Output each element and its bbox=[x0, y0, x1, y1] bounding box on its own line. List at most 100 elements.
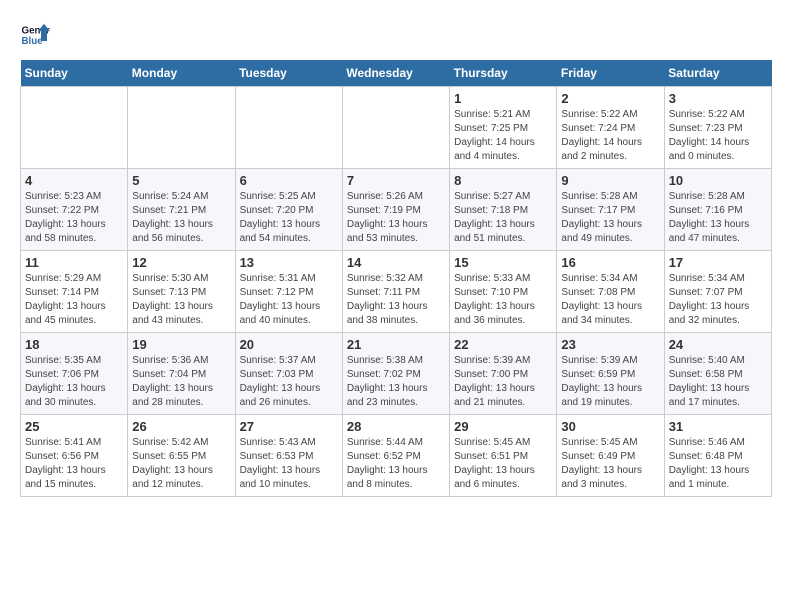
day-number: 2 bbox=[561, 91, 659, 106]
day-number: 26 bbox=[132, 419, 230, 434]
calendar-cell: 13 Sunrise: 5:31 AM Sunset: 7:12 PM Dayli… bbox=[235, 251, 342, 333]
day-info: Sunrise: 5:31 AM Sunset: 7:12 PM Dayligh… bbox=[240, 272, 338, 328]
day-number: 16 bbox=[561, 255, 659, 270]
day-number: 10 bbox=[669, 173, 767, 188]
calendar-cell: 3 Sunrise: 5:22 AM Sunset: 7:23 PM Daylig… bbox=[664, 87, 771, 169]
calendar-cell: 10 Sunrise: 5:28 AM Sunset: 7:16 PM Dayli… bbox=[664, 169, 771, 251]
logo: General Blue bbox=[20, 20, 50, 50]
calendar-cell: 6 Sunrise: 5:25 AM Sunset: 7:20 PM Daylig… bbox=[235, 169, 342, 251]
page-header: General Blue bbox=[20, 20, 772, 50]
weekday-header-monday: Monday bbox=[128, 60, 235, 87]
calendar-cell: 22Sunrise: 5:39 AM Sunset: 7:00 PM Dayli… bbox=[450, 333, 557, 415]
day-number: 24 bbox=[669, 337, 767, 352]
day-number: 6 bbox=[240, 173, 338, 188]
day-info: Sunrise: 5:36 AM Sunset: 7:04 PM Dayligh… bbox=[132, 354, 230, 410]
calendar-cell: 7Sunrise: 5:26 AM Sunset: 7:19 PM Daylig… bbox=[342, 169, 449, 251]
day-number: 11 bbox=[25, 255, 123, 270]
calendar-cell: 12Sunrise: 5:30 AM Sunset: 7:13 PM Dayli… bbox=[128, 251, 235, 333]
day-number: 27 bbox=[240, 419, 338, 434]
svg-text:Blue: Blue bbox=[22, 36, 44, 47]
calendar-cell: 26 Sunrise: 5:42 AM Sunset: 6:55 PM Dayli… bbox=[128, 415, 235, 497]
calendar-cell: 31 Sunrise: 5:46 AM Sunset: 6:48 PM Dayli… bbox=[664, 415, 771, 497]
day-info: Sunrise: 5:40 AM Sunset: 6:58 PM Dayligh… bbox=[669, 354, 767, 410]
day-number: 15 bbox=[454, 255, 552, 270]
weekday-header-wednesday: Wednesday bbox=[342, 60, 449, 87]
day-number: 18 bbox=[25, 337, 123, 352]
calendar-cell: 21 Sunrise: 5:38 AM Sunset: 7:02 PM Dayli… bbox=[342, 333, 449, 415]
day-number: 8 bbox=[454, 173, 552, 188]
calendar-cell: 24 Sunrise: 5:40 AM Sunset: 6:58 PM Dayli… bbox=[664, 333, 771, 415]
calendar-week-2: 4Sunrise: 5:23 AM Sunset: 7:22 PM Daylig… bbox=[21, 169, 772, 251]
day-number: 21 bbox=[347, 337, 445, 352]
day-number: 13 bbox=[240, 255, 338, 270]
calendar-cell: 25 Sunrise: 5:41 AM Sunset: 6:56 PM Dayli… bbox=[21, 415, 128, 497]
calendar-cell: 27 Sunrise: 5:43 AM Sunset: 6:53 PM Dayli… bbox=[235, 415, 342, 497]
day-number: 20 bbox=[240, 337, 338, 352]
day-info: Sunrise: 5:45 AM Sunset: 6:49 PM Dayligh… bbox=[561, 436, 659, 492]
day-info: Sunrise: 5:34 AM Sunset: 7:07 PM Dayligh… bbox=[669, 272, 767, 328]
day-info: Sunrise: 5:41 AM Sunset: 6:56 PM Dayligh… bbox=[25, 436, 123, 492]
calendar-cell: 16 Sunrise: 5:34 AM Sunset: 7:08 PM Dayli… bbox=[557, 251, 664, 333]
day-info: Sunrise: 5:34 AM Sunset: 7:08 PM Dayligh… bbox=[561, 272, 659, 328]
day-info: Sunrise: 5:38 AM Sunset: 7:02 PM Dayligh… bbox=[347, 354, 445, 410]
day-number: 22 bbox=[454, 337, 552, 352]
day-number: 31 bbox=[669, 419, 767, 434]
calendar-cell: 5 Sunrise: 5:24 AM Sunset: 7:21 PM Daylig… bbox=[128, 169, 235, 251]
calendar-cell: 1 Sunrise: 5:21 AM Sunset: 7:25 PM Daylig… bbox=[450, 87, 557, 169]
calendar-cell: 23 Sunrise: 5:39 AM Sunset: 6:59 PM Dayli… bbox=[557, 333, 664, 415]
calendar-cell: 4Sunrise: 5:23 AM Sunset: 7:22 PM Daylig… bbox=[21, 169, 128, 251]
day-info: Sunrise: 5:22 AM Sunset: 7:23 PM Dayligh… bbox=[669, 108, 767, 164]
calendar-cell: 15 Sunrise: 5:33 AM Sunset: 7:10 PM Dayli… bbox=[450, 251, 557, 333]
calendar-cell: 19 Sunrise: 5:36 AM Sunset: 7:04 PM Dayli… bbox=[128, 333, 235, 415]
calendar-cell bbox=[128, 87, 235, 169]
calendar-cell: 2 Sunrise: 5:22 AM Sunset: 7:24 PM Daylig… bbox=[557, 87, 664, 169]
day-info: Sunrise: 5:25 AM Sunset: 7:20 PM Dayligh… bbox=[240, 190, 338, 246]
calendar-cell: 18 Sunrise: 5:35 AM Sunset: 7:06 PM Dayli… bbox=[21, 333, 128, 415]
day-number: 5 bbox=[132, 173, 230, 188]
weekday-header-sunday: Sunday bbox=[21, 60, 128, 87]
calendar-cell: 11 Sunrise: 5:29 AM Sunset: 7:14 PM Dayli… bbox=[21, 251, 128, 333]
calendar-week-4: 18 Sunrise: 5:35 AM Sunset: 7:06 PM Dayli… bbox=[21, 333, 772, 415]
day-number: 23 bbox=[561, 337, 659, 352]
day-info: Sunrise: 5:23 AM Sunset: 7:22 PM Dayligh… bbox=[25, 190, 123, 246]
logo-icon: General Blue bbox=[20, 20, 50, 50]
calendar-week-5: 25 Sunrise: 5:41 AM Sunset: 6:56 PM Dayli… bbox=[21, 415, 772, 497]
day-info: Sunrise: 5:45 AM Sunset: 6:51 PM Dayligh… bbox=[454, 436, 552, 492]
calendar-cell: 30 Sunrise: 5:45 AM Sunset: 6:49 PM Dayli… bbox=[557, 415, 664, 497]
day-info: Sunrise: 5:35 AM Sunset: 7:06 PM Dayligh… bbox=[25, 354, 123, 410]
weekday-header-friday: Friday bbox=[557, 60, 664, 87]
day-info: Sunrise: 5:21 AM Sunset: 7:25 PM Dayligh… bbox=[454, 108, 552, 164]
day-info: Sunrise: 5:24 AM Sunset: 7:21 PM Dayligh… bbox=[132, 190, 230, 246]
day-number: 17 bbox=[669, 255, 767, 270]
day-number: 9 bbox=[561, 173, 659, 188]
day-info: Sunrise: 5:39 AM Sunset: 6:59 PM Dayligh… bbox=[561, 354, 659, 410]
day-number: 25 bbox=[25, 419, 123, 434]
day-info: Sunrise: 5:46 AM Sunset: 6:48 PM Dayligh… bbox=[669, 436, 767, 492]
calendar-cell: 17 Sunrise: 5:34 AM Sunset: 7:07 PM Dayli… bbox=[664, 251, 771, 333]
day-number: 3 bbox=[669, 91, 767, 106]
day-info: Sunrise: 5:29 AM Sunset: 7:14 PM Dayligh… bbox=[25, 272, 123, 328]
day-info: Sunrise: 5:43 AM Sunset: 6:53 PM Dayligh… bbox=[240, 436, 338, 492]
day-number: 14 bbox=[347, 255, 445, 270]
day-number: 1 bbox=[454, 91, 552, 106]
day-info: Sunrise: 5:33 AM Sunset: 7:10 PM Dayligh… bbox=[454, 272, 552, 328]
calendar-cell: 8 Sunrise: 5:27 AM Sunset: 7:18 PM Daylig… bbox=[450, 169, 557, 251]
day-info: Sunrise: 5:28 AM Sunset: 7:16 PM Dayligh… bbox=[669, 190, 767, 246]
day-number: 29 bbox=[454, 419, 552, 434]
weekday-header-tuesday: Tuesday bbox=[235, 60, 342, 87]
day-number: 30 bbox=[561, 419, 659, 434]
day-info: Sunrise: 5:37 AM Sunset: 7:03 PM Dayligh… bbox=[240, 354, 338, 410]
calendar-cell: 29 Sunrise: 5:45 AM Sunset: 6:51 PM Dayli… bbox=[450, 415, 557, 497]
day-info: Sunrise: 5:27 AM Sunset: 7:18 PM Dayligh… bbox=[454, 190, 552, 246]
calendar-cell bbox=[235, 87, 342, 169]
calendar-cell bbox=[342, 87, 449, 169]
calendar-cell: 14Sunrise: 5:32 AM Sunset: 7:11 PM Dayli… bbox=[342, 251, 449, 333]
calendar-week-1: 1 Sunrise: 5:21 AM Sunset: 7:25 PM Daylig… bbox=[21, 87, 772, 169]
calendar-cell bbox=[21, 87, 128, 169]
day-info: Sunrise: 5:42 AM Sunset: 6:55 PM Dayligh… bbox=[132, 436, 230, 492]
day-info: Sunrise: 5:22 AM Sunset: 7:24 PM Dayligh… bbox=[561, 108, 659, 164]
day-number: 19 bbox=[132, 337, 230, 352]
calendar-cell: 28Sunrise: 5:44 AM Sunset: 6:52 PM Dayli… bbox=[342, 415, 449, 497]
day-number: 7 bbox=[347, 173, 445, 188]
calendar-cell: 9Sunrise: 5:28 AM Sunset: 7:17 PM Daylig… bbox=[557, 169, 664, 251]
